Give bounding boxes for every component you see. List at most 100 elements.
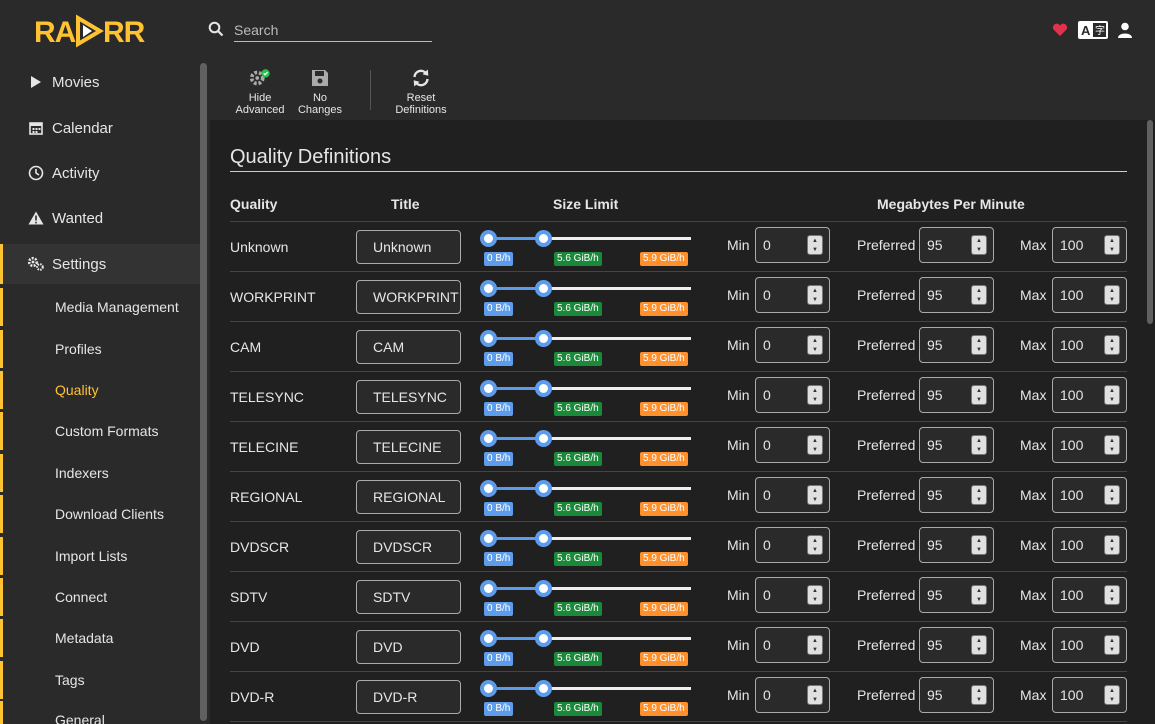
spinner-arrows[interactable]: ▲ ▼ [807, 285, 823, 305]
spinner-arrows[interactable]: ▲ ▼ [807, 385, 823, 405]
sidebar-item-settings[interactable]: Settings [0, 244, 200, 284]
spinner-arrows[interactable]: ▲ ▼ [971, 585, 987, 605]
preferred-input[interactable] [927, 586, 967, 604]
spinner-arrows[interactable]: ▲ ▼ [1104, 435, 1120, 455]
slider-min-handle[interactable] [480, 530, 497, 547]
min-input[interactable] [763, 636, 803, 654]
preferred-stepper[interactable]: ▲▼ [919, 277, 994, 313]
spinner-arrows[interactable]: ▲ ▼ [1104, 685, 1120, 705]
size-limit-slider[interactable]: 0 B/h 5.6 GiB/h 5.9 GiB/h [480, 578, 695, 618]
quality-title-input[interactable] [356, 380, 461, 414]
spinner-arrows[interactable]: ▲ ▼ [1104, 585, 1120, 605]
spinner-arrows[interactable]: ▲ ▼ [1104, 235, 1120, 255]
slider-min-handle[interactable] [480, 380, 497, 397]
slider-max-handle[interactable] [535, 430, 552, 447]
slider-min-handle[interactable] [480, 580, 497, 597]
size-limit-slider[interactable]: 0 B/h 5.6 GiB/h 5.9 GiB/h [480, 628, 695, 668]
slider-min-handle[interactable] [480, 330, 497, 347]
min-input[interactable] [763, 486, 803, 504]
max-stepper[interactable]: ▲▼ [1052, 277, 1127, 313]
max-stepper[interactable]: ▲▼ [1052, 477, 1127, 513]
quality-title-input[interactable] [356, 230, 461, 264]
size-limit-slider[interactable]: 0 B/h 5.6 GiB/h 5.9 GiB/h [480, 378, 695, 418]
preferred-input[interactable] [927, 686, 967, 704]
translate-icon[interactable]: A 字 [1078, 20, 1108, 40]
preferred-stepper[interactable]: ▲▼ [919, 227, 994, 263]
spinner-arrows[interactable]: ▲ ▼ [807, 685, 823, 705]
slider-min-handle[interactable] [480, 280, 497, 297]
spinner-arrows[interactable]: ▲ ▼ [971, 385, 987, 405]
min-input[interactable] [763, 236, 803, 254]
slider-max-handle[interactable] [535, 630, 552, 647]
quality-title-input[interactable] [356, 580, 461, 614]
sidebar-subitem-quality[interactable]: Quality [0, 371, 200, 409]
spinner-arrows[interactable]: ▲ ▼ [1104, 485, 1120, 505]
sidebar-item-calendar[interactable]: Calendar [0, 108, 200, 148]
preferred-stepper[interactable]: ▲▼ [919, 477, 994, 513]
spinner-arrows[interactable]: ▲ ▼ [1104, 285, 1120, 305]
spinner-arrows[interactable]: ▲ ▼ [971, 435, 987, 455]
size-limit-slider[interactable]: 0 B/h 5.6 GiB/h 5.9 GiB/h [480, 278, 695, 318]
max-input[interactable] [1060, 386, 1100, 404]
slider-max-handle[interactable] [535, 480, 552, 497]
spinner-arrows[interactable]: ▲ ▼ [971, 685, 987, 705]
spinner-arrows[interactable]: ▲ ▼ [1104, 385, 1120, 405]
max-input[interactable] [1060, 636, 1100, 654]
size-limit-slider[interactable]: 0 B/h 5.6 GiB/h 5.9 GiB/h [480, 428, 695, 468]
content-scrollbar[interactable] [1147, 120, 1153, 324]
search-input[interactable] [234, 18, 432, 42]
quality-title-input[interactable] [356, 480, 461, 514]
min-stepper[interactable]: ▲▼ [755, 277, 830, 313]
hide-advanced-button[interactable]: Hide Advanced [234, 66, 286, 118]
sidebar-item-activity[interactable]: Activity [0, 153, 200, 193]
spinner-arrows[interactable]: ▲ ▼ [807, 435, 823, 455]
preferred-input[interactable] [927, 236, 967, 254]
size-limit-slider[interactable]: 0 B/h 5.6 GiB/h 5.9 GiB/h [480, 678, 695, 718]
preferred-input[interactable] [927, 486, 967, 504]
max-input[interactable] [1060, 486, 1100, 504]
slider-min-handle[interactable] [480, 680, 497, 697]
sidebar-item-wanted[interactable]: Wanted [0, 198, 200, 238]
spinner-arrows[interactable]: ▲ ▼ [807, 535, 823, 555]
min-stepper[interactable]: ▲▼ [755, 527, 830, 563]
sidebar-subitem-tags[interactable]: Tags [0, 661, 200, 699]
spinner-arrows[interactable]: ▲ ▼ [971, 485, 987, 505]
spinner-arrows[interactable]: ▲ ▼ [807, 235, 823, 255]
max-stepper[interactable]: ▲▼ [1052, 427, 1127, 463]
max-stepper[interactable]: ▲▼ [1052, 627, 1127, 663]
spinner-arrows[interactable]: ▲ ▼ [1104, 335, 1120, 355]
slider-max-handle[interactable] [535, 530, 552, 547]
size-limit-slider[interactable]: 0 B/h 5.6 GiB/h 5.9 GiB/h [480, 528, 695, 568]
slider-max-handle[interactable] [535, 380, 552, 397]
preferred-stepper[interactable]: ▲▼ [919, 377, 994, 413]
max-input[interactable] [1060, 686, 1100, 704]
sidebar-subitem-import-lists[interactable]: Import Lists [0, 537, 200, 575]
preferred-input[interactable] [927, 386, 967, 404]
quality-title-input[interactable] [356, 280, 461, 314]
preferred-input[interactable] [927, 286, 967, 304]
size-limit-slider[interactable]: 0 B/h 5.6 GiB/h 5.9 GiB/h [480, 328, 695, 368]
spinner-arrows[interactable]: ▲ ▼ [807, 485, 823, 505]
sidebar-subitem-custom-formats[interactable]: Custom Formats [0, 412, 200, 450]
spinner-arrows[interactable]: ▲ ▼ [971, 285, 987, 305]
slider-max-handle[interactable] [535, 580, 552, 597]
min-stepper[interactable]: ▲▼ [755, 477, 830, 513]
slider-max-handle[interactable] [535, 330, 552, 347]
preferred-stepper[interactable]: ▲▼ [919, 677, 994, 713]
max-stepper[interactable]: ▲▼ [1052, 327, 1127, 363]
sidebar-subitem-indexers[interactable]: Indexers [0, 454, 200, 492]
slider-max-handle[interactable] [535, 680, 552, 697]
min-stepper[interactable]: ▲▼ [755, 377, 830, 413]
spinner-arrows[interactable]: ▲ ▼ [1104, 635, 1120, 655]
max-input[interactable] [1060, 286, 1100, 304]
min-stepper[interactable]: ▲▼ [755, 327, 830, 363]
sidebar-subitem-download-clients[interactable]: Download Clients [0, 495, 200, 533]
min-input[interactable] [763, 286, 803, 304]
min-input[interactable] [763, 336, 803, 354]
spinner-arrows[interactable]: ▲ ▼ [807, 635, 823, 655]
spinner-arrows[interactable]: ▲ ▼ [971, 335, 987, 355]
max-input[interactable] [1060, 436, 1100, 454]
preferred-stepper[interactable]: ▲▼ [919, 327, 994, 363]
max-input[interactable] [1060, 536, 1100, 554]
min-input[interactable] [763, 536, 803, 554]
